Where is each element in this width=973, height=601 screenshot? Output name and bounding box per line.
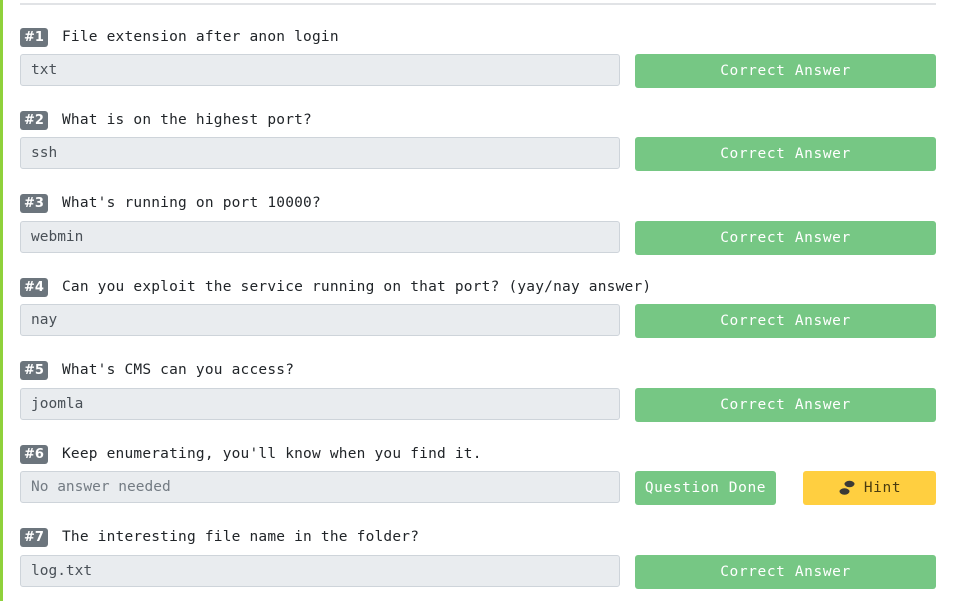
- answer-field[interactable]: txt: [20, 54, 620, 86]
- answer-field[interactable]: No answer needed: [20, 471, 620, 503]
- question-text: Can you exploit the service running on t…: [61, 279, 652, 295]
- left-accent-rail: [0, 0, 3, 601]
- question-row: #5 What's CMS can you access?: [20, 360, 294, 380]
- question-number-badge: #7: [20, 527, 48, 547]
- question-number-badge: #2: [20, 110, 48, 130]
- question-row: #7 The interesting file name in the fold…: [20, 527, 419, 547]
- question-number-badge: #1: [20, 27, 48, 47]
- correct-answer-button[interactable]: Correct Answer: [635, 137, 936, 171]
- answer-field[interactable]: joomla: [20, 388, 620, 420]
- answer-field[interactable]: webmin: [20, 221, 620, 253]
- correct-answer-button[interactable]: Correct Answer: [635, 555, 936, 589]
- top-divider: [20, 3, 936, 5]
- question-text: Keep enumerating, you'll know when you f…: [61, 446, 482, 462]
- answer-field[interactable]: log.txt: [20, 555, 620, 587]
- question-row: #4 Can you exploit the service running o…: [20, 277, 651, 297]
- correct-answer-button[interactable]: Correct Answer: [635, 221, 936, 255]
- question-number-badge: #3: [20, 193, 48, 213]
- question-number-badge: #4: [20, 277, 48, 297]
- question-number-badge: #5: [20, 360, 48, 380]
- question-number-badge: #6: [20, 444, 48, 464]
- hint-button[interactable]: Hint: [803, 471, 936, 505]
- answer-field[interactable]: nay: [20, 304, 620, 336]
- question-text: What is on the highest port?: [61, 112, 312, 128]
- question-done-button[interactable]: Question Done: [635, 471, 776, 505]
- question-row: #6 Keep enumerating, you'll know when yo…: [20, 444, 482, 464]
- hint-label: Hint: [863, 480, 902, 496]
- question-row: #3 What's running on port 10000?: [20, 193, 321, 213]
- question-text: What's running on port 10000?: [61, 195, 321, 211]
- correct-answer-button[interactable]: Correct Answer: [635, 388, 936, 422]
- question-row: #1 File extension after anon login: [20, 27, 339, 47]
- question-text: File extension after anon login: [61, 29, 339, 45]
- question-text: What's CMS can you access?: [61, 362, 295, 378]
- answer-field[interactable]: ssh: [20, 137, 620, 169]
- question-row: #2 What is on the highest port?: [20, 110, 312, 130]
- question-text: The interesting file name in the folder?: [61, 529, 420, 545]
- correct-answer-button[interactable]: Correct Answer: [635, 304, 936, 338]
- footprints-icon: [839, 480, 855, 495]
- correct-answer-button[interactable]: Correct Answer: [635, 54, 936, 88]
